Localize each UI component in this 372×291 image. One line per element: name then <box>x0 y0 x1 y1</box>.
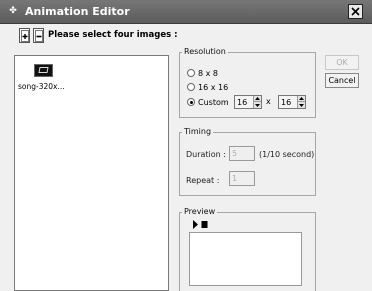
preview-title: Preview <box>184 207 216 216</box>
timing-title: Timing <box>184 127 212 136</box>
chevron-up-icon <box>299 97 304 100</box>
close-button[interactable] <box>348 4 363 19</box>
repeat-field[interactable]: 1 <box>229 171 255 186</box>
resolution-option-label: 16 x 16 <box>198 82 229 92</box>
image-list[interactable]: song-320x... <box>14 55 169 291</box>
window-title: Animation Editor <box>25 5 130 18</box>
spin-down-button[interactable] <box>297 102 305 108</box>
add-image-button[interactable] <box>19 28 30 43</box>
play-icon[interactable] <box>192 220 199 229</box>
custom-height-value[interactable]: 16 <box>281 97 291 108</box>
duration-label: Duration : <box>186 150 226 159</box>
resolution-option-label: 8 x 8 <box>198 68 218 78</box>
chevron-down-icon <box>299 103 304 107</box>
radio-button[interactable] <box>187 69 195 77</box>
duration-unit: (1/10 second) <box>259 150 315 159</box>
custom-width-value[interactable]: 16 <box>237 97 247 108</box>
radio-button[interactable] <box>187 83 195 91</box>
title-bar: ✤ Animation Editor <box>0 0 372 24</box>
spin-down-button[interactable] <box>253 102 261 108</box>
chevron-up-icon <box>255 97 260 100</box>
repeat-label: Repeat : <box>186 176 220 185</box>
resolution-option-label: Custom <box>198 97 229 107</box>
preview-pane <box>189 232 302 286</box>
ok-button[interactable]: OK <box>325 55 359 70</box>
add-image-icon <box>21 30 29 42</box>
cancel-button[interactable]: Cancel <box>325 73 359 88</box>
custom-height-spinner[interactable]: 16 <box>278 95 306 109</box>
image-thumbnail[interactable] <box>34 64 53 77</box>
remove-image-button[interactable] <box>33 28 44 43</box>
stop-icon[interactable] <box>201 220 208 229</box>
times-symbol: x <box>266 97 271 106</box>
resolution-option-16x16[interactable]: 16 x 16 <box>187 81 228 93</box>
instruction-text: Please select four images : <box>48 30 178 40</box>
duration-field[interactable]: 5 <box>229 146 255 161</box>
radio-button-selected[interactable] <box>187 98 195 106</box>
thumbnail-graphic <box>38 67 49 73</box>
resolution-title: Resolution <box>184 47 226 56</box>
close-icon <box>351 7 360 16</box>
animation-icon: ✤ <box>9 6 17 16</box>
image-item-label[interactable]: song-320x... <box>18 82 65 92</box>
resolution-option-custom[interactable]: Custom <box>187 96 229 108</box>
chevron-down-icon <box>255 103 260 107</box>
remove-image-icon <box>35 30 43 42</box>
custom-width-spinner[interactable]: 16 <box>234 95 262 109</box>
resolution-option-8x8[interactable]: 8 x 8 <box>187 67 218 79</box>
